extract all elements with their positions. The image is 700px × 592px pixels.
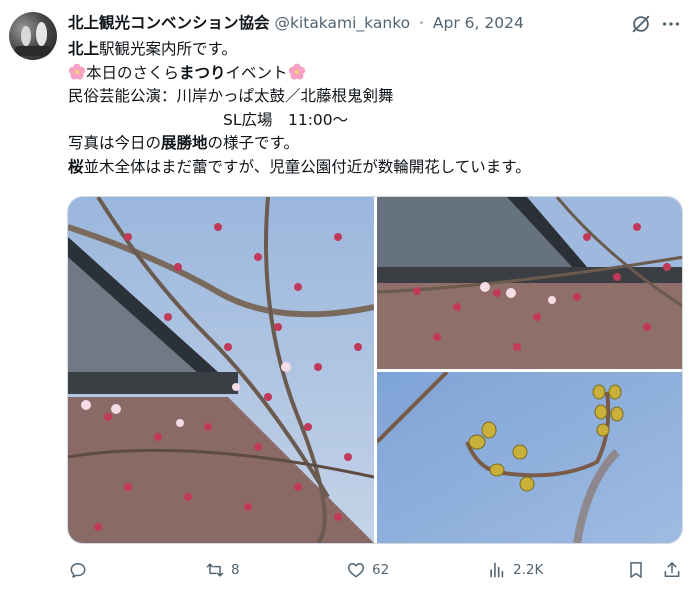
post-text-line: SL広場 11:00〜 [68,109,688,133]
post-date[interactable]: Apr 6, 2024 [433,14,524,32]
avatar-base [15,46,51,56]
separator-dot: · [419,14,424,32]
post-text-line: 写真は今日の展勝地の様子です。 [68,132,688,156]
like-count: 62 [372,562,390,578]
photo-cherry-branches-roof[interactable] [68,197,374,543]
view-count: 2.2K [513,562,544,578]
grok-icon[interactable] [630,13,652,35]
text-segment: イベント [225,63,288,82]
text-segment: SL広場 11:00〜 [68,110,349,129]
share-button[interactable] [662,556,682,584]
bold-text: 北上 [68,40,100,58]
post-header: 北上観光コンベンション協会 @kitakami_kanko · Apr 6, 2… [68,12,524,34]
retweet-count: 8 [231,562,240,578]
post-text-line: 本日のさくらまつりイベント [68,62,688,86]
author-handle[interactable]: @kitakami_kanko [274,14,410,32]
share-icon [664,562,680,577]
reply-icon [70,563,86,578]
cherry-blossom-icon [68,63,86,80]
views-button[interactable]: 2.2K [487,556,543,584]
avatar-figure [36,22,47,46]
post-text-line: 北上駅観光案内所です。 [68,38,688,62]
text-segment: 駅観光案内所です。 [99,40,237,58]
action-bar: 8 62 2.2K [68,556,688,584]
heart-icon [347,563,365,578]
bookmark-button[interactable] [626,556,646,584]
text-segment: の様子です。 [207,134,299,152]
views-icon [490,562,504,578]
text-segment: 写真は今日の [68,134,162,152]
photo-green-buds[interactable] [377,372,682,543]
retweet-button[interactable]: 8 [205,556,240,584]
cherry-blossom-icon [288,63,305,80]
avatar-figure [21,26,31,46]
avatar[interactable] [9,12,57,60]
like-button[interactable]: 62 [346,556,389,584]
bold-text: 桜 [68,157,84,176]
post-text-line: 桜並木全体はまだ蕾ですが、児童公園付近が数輪開花しています。 [68,156,688,180]
media-grid [67,196,683,544]
text-segment: 民俗芸能公演：川岸かっぱ太鼓／北藤根鬼剣舞 [68,87,394,105]
bold-text: 展勝地 [161,134,208,152]
bookmark-icon [630,562,642,578]
bold-text: まつり [179,63,226,82]
reply-button[interactable] [68,556,94,584]
author-name[interactable]: 北上観光コンベンション協会 [68,14,270,32]
text-segment: 並木全体はまだ蕾ですが、児童公園付近が数輪開花しています。 [83,157,531,176]
post-text: 北上駅観光案内所です。 本日のさくらまつりイベント 民俗芸能公演：川岸かっぱ太鼓／北… [68,38,688,179]
retweet-icon [206,563,224,577]
post-text-line: 民俗芸能公演：川岸かっぱ太鼓／北藤根鬼剣舞 [68,85,688,109]
text-segment: 本日のさくら [86,63,180,82]
photo-roof-buds[interactable] [377,197,682,369]
more-icon[interactable] [660,13,682,35]
